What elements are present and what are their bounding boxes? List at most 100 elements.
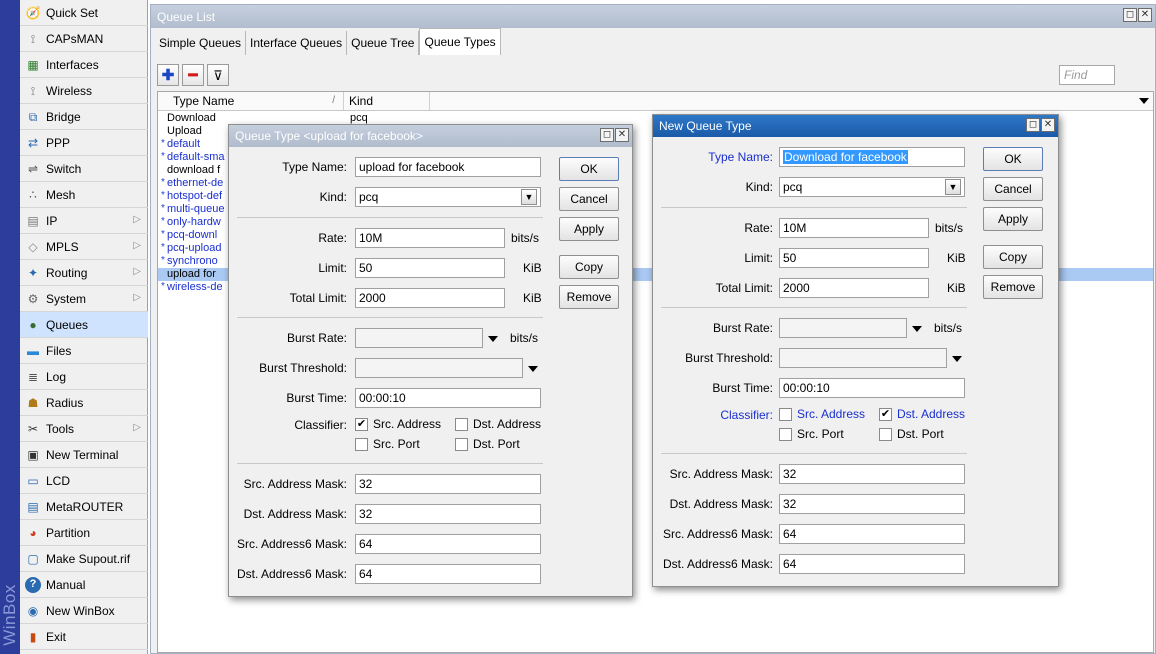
sidebar-item-interfaces[interactable]: ▦ Interfaces xyxy=(20,52,148,78)
ok-button[interactable]: OK xyxy=(559,157,619,181)
src-address6-mask-input[interactable]: 64 xyxy=(355,534,541,554)
total-limit-input[interactable]: 2000 xyxy=(355,288,505,308)
remove-button[interactable]: Remove xyxy=(983,275,1043,299)
sidebar-item-bridge[interactable]: ⧉ Bridge xyxy=(20,104,148,130)
maximize-button[interactable]: ◻ xyxy=(1123,8,1137,22)
maximize-button[interactable]: ◻ xyxy=(1026,118,1040,132)
sidebar-item-new-terminal[interactable]: ▣ New Terminal xyxy=(20,442,148,468)
remove-icon[interactable]: ━ xyxy=(182,64,204,86)
column-menu-button[interactable] xyxy=(1135,92,1153,110)
add-icon[interactable]: ✚ xyxy=(157,64,179,86)
cancel-button[interactable]: Cancel xyxy=(559,187,619,211)
dialog-titlebar[interactable]: Queue Type <upload for facebook> ◻ ✕ xyxy=(229,125,632,147)
sidebar-item-manual[interactable]: ? Manual xyxy=(20,572,148,598)
sidebar-item-log[interactable]: ≣ Log xyxy=(20,364,148,390)
dropdown-arrow-icon[interactable]: ▼ xyxy=(945,179,961,195)
src-address6-mask-input[interactable]: 64 xyxy=(779,524,965,544)
limit-input[interactable]: 50 xyxy=(779,248,929,268)
classifier-src-port-checkbox[interactable]: Src. Port xyxy=(355,437,420,451)
tab-queue-types[interactable]: Queue Types xyxy=(419,28,501,55)
sidebar-item-routing[interactable]: ✦ Routing ▷ xyxy=(20,260,148,286)
close-button[interactable]: ✕ xyxy=(1041,118,1055,132)
sidebar-item-system[interactable]: ⚙ System ▷ xyxy=(20,286,148,312)
sidebar-item-capsman[interactable]: ⟟ CAPsMAN xyxy=(20,26,148,52)
field-label: Dst. Address6 Mask: xyxy=(662,557,773,571)
limit-input[interactable]: 50 xyxy=(355,258,505,278)
filter-icon[interactable]: ⊽ xyxy=(207,64,229,86)
file-icon: ▢ xyxy=(27,551,39,566)
column-kind[interactable]: Kind xyxy=(344,92,430,110)
sidebar-item-mesh[interactable]: ∴ Mesh xyxy=(20,182,148,208)
sidebar-item-radius[interactable]: ☗ Radius xyxy=(20,390,148,416)
copy-button[interactable]: Copy xyxy=(559,255,619,279)
cancel-button[interactable]: Cancel xyxy=(983,177,1043,201)
classifier-src-port-checkbox[interactable]: Src. Port xyxy=(779,427,844,441)
maximize-button[interactable]: ◻ xyxy=(600,128,614,142)
copy-button[interactable]: Copy xyxy=(983,245,1043,269)
dropdown-arrow-icon[interactable] xyxy=(912,326,922,332)
dropdown-arrow-icon[interactable] xyxy=(952,356,962,362)
burst-rate-input[interactable] xyxy=(355,328,483,348)
row-type-name: download f xyxy=(167,164,221,176)
kind-select[interactable]: pcq xyxy=(355,187,541,207)
close-button[interactable]: ✕ xyxy=(1138,8,1152,22)
classifier-dst-address-checkbox[interactable]: Dst. Address xyxy=(455,417,541,431)
dst-address6-mask-input[interactable]: 64 xyxy=(779,554,965,574)
sidebar-item-ip[interactable]: ▤ IP ▷ xyxy=(20,208,148,234)
type-name-input[interactable]: Download for facebook xyxy=(779,147,965,167)
burst-threshold-input[interactable] xyxy=(355,358,523,378)
tab-simple-queues[interactable]: Simple Queues xyxy=(155,31,247,55)
apply-button[interactable]: Apply xyxy=(559,217,619,241)
tab-queue-tree[interactable]: Queue Tree xyxy=(347,31,420,55)
field-label: Classifier: xyxy=(294,418,347,432)
sidebar-item-queues[interactable]: ● Queues xyxy=(20,312,148,338)
sidebar-item-quick-set[interactable]: 🧭 Quick Set xyxy=(20,0,148,26)
close-button[interactable]: ✕ xyxy=(615,128,629,142)
queue-list-titlebar[interactable]: Queue List ◻ ✕ xyxy=(151,5,1155,28)
classifier-dst-address-checkbox[interactable]: ✔ Dst. Address xyxy=(879,407,965,421)
classifier-dst-port-checkbox[interactable]: Dst. Port xyxy=(879,427,944,441)
rate-input[interactable]: 10M xyxy=(779,218,929,238)
sidebar-item-exit[interactable]: ▮ Exit xyxy=(20,624,148,650)
kind-select[interactable]: pcq xyxy=(779,177,965,197)
sidebar-item-label: Tools xyxy=(46,421,75,436)
classifier-dst-port-checkbox[interactable]: Dst. Port xyxy=(455,437,520,451)
column-type-name[interactable]: Type Name / xyxy=(168,92,344,110)
sidebar-item-ppp[interactable]: ⇄ PPP xyxy=(20,130,148,156)
sidebar-item-make-supout-rif[interactable]: ▢ Make Supout.rif xyxy=(20,546,148,572)
src-address-mask-input[interactable]: 32 xyxy=(779,464,965,484)
remove-button[interactable]: Remove xyxy=(559,285,619,309)
rate-input[interactable]: 10M xyxy=(355,228,505,248)
sidebar-item-new-winbox[interactable]: ◉ New WinBox xyxy=(20,598,148,624)
sidebar-item-switch[interactable]: ⇌ Switch xyxy=(20,156,148,182)
apply-button[interactable]: Apply xyxy=(983,207,1043,231)
src-address-mask-input[interactable]: 32 xyxy=(355,474,541,494)
sidebar-item-label: Make Supout.rif xyxy=(46,551,131,566)
dropdown-arrow-icon[interactable] xyxy=(488,336,498,342)
burst-time-input[interactable]: 00:00:10 xyxy=(355,388,541,408)
dialog-titlebar[interactable]: New Queue Type ◻ ✕ xyxy=(653,115,1058,137)
sidebar-item-tools[interactable]: ✂ Tools ▷ xyxy=(20,416,148,442)
dropdown-arrow-icon[interactable]: ▼ xyxy=(521,189,537,205)
burst-rate-input[interactable] xyxy=(779,318,907,338)
sidebar-item-mpls[interactable]: ◇ MPLS ▷ xyxy=(20,234,148,260)
sidebar-item-lcd[interactable]: ▭ LCD xyxy=(20,468,148,494)
classifier-src-address-checkbox[interactable]: Src. Address xyxy=(779,407,865,421)
dst-address-mask-input[interactable]: 32 xyxy=(355,504,541,524)
tab-interface-queues[interactable]: Interface Queues xyxy=(246,31,348,55)
burst-threshold-input[interactable] xyxy=(779,348,947,368)
dropdown-arrow-icon[interactable] xyxy=(528,366,538,372)
field-label: Limit: xyxy=(318,261,347,275)
sidebar-item-metarouter[interactable]: ▤ MetaROUTER xyxy=(20,494,148,520)
classifier-src-address-checkbox[interactable]: ✔ Src. Address xyxy=(355,417,441,431)
dst-address6-mask-input[interactable]: 64 xyxy=(355,564,541,584)
ok-button[interactable]: OK xyxy=(983,147,1043,171)
total-limit-input[interactable]: 2000 xyxy=(779,278,929,298)
sidebar-item-partition[interactable]: ◕ Partition xyxy=(20,520,148,546)
type-name-input[interactable]: upload for facebook xyxy=(355,157,541,177)
sidebar-item-files[interactable]: ▬ Files xyxy=(20,338,148,364)
dst-address-mask-input[interactable]: 32 xyxy=(779,494,965,514)
sidebar-item-wireless[interactable]: ⟟ Wireless xyxy=(20,78,148,104)
burst-time-input[interactable]: 00:00:10 xyxy=(779,378,965,398)
find-input[interactable]: Find xyxy=(1059,65,1115,85)
